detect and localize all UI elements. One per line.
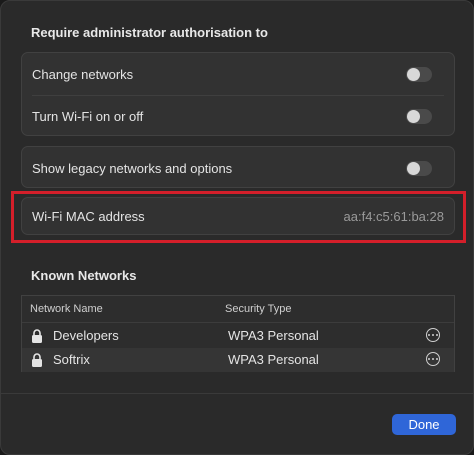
change-networks-row: Change networks: [22, 53, 454, 95]
lock-icon: [32, 353, 42, 367]
table-header: Network Name Security Type: [22, 296, 454, 323]
network-name: Softrix: [53, 352, 90, 367]
turn-wifi-row: Turn Wi-Fi on or off: [22, 95, 454, 137]
legacy-networks-toggle[interactable]: [406, 160, 432, 176]
change-networks-toggle[interactable]: [406, 66, 432, 82]
known-networks-title: Known Networks: [31, 268, 137, 283]
network-name: Developers: [53, 328, 119, 343]
toggle-knob: [407, 109, 420, 123]
admin-section-title: Require administrator authorisation to: [31, 25, 268, 40]
column-network-name[interactable]: Network Name: [30, 303, 103, 315]
known-networks-table: Network Name Security Type Developers WP…: [21, 295, 455, 372]
column-security-type[interactable]: Security Type: [225, 303, 291, 315]
done-button[interactable]: Done: [392, 414, 456, 435]
highlight-box: [11, 191, 466, 243]
toggle-knob: [407, 161, 420, 175]
wifi-details-dialog: Require administrator authorisation to C…: [0, 0, 474, 455]
more-options-icon[interactable]: [426, 328, 440, 342]
more-options-icon[interactable]: [426, 352, 440, 366]
legacy-group: Show legacy networks and options: [21, 146, 455, 188]
security-type: WPA3 Personal: [228, 352, 319, 367]
legacy-label: Show legacy networks and options: [32, 160, 233, 176]
change-networks-label: Change networks: [32, 66, 134, 82]
legacy-row: Show legacy networks and options: [22, 147, 454, 189]
footer-divider: [1, 393, 473, 394]
admin-settings-group: Change networks Turn Wi-Fi on or off: [21, 52, 455, 136]
lock-icon: [32, 329, 42, 343]
turn-wifi-label: Turn Wi-Fi on or off: [32, 108, 144, 124]
turn-wifi-toggle[interactable]: [406, 108, 432, 124]
table-row[interactable]: Softrix WPA3 Personal: [22, 348, 454, 372]
table-row[interactable]: Developers WPA3 Personal: [22, 324, 454, 348]
security-type: WPA3 Personal: [228, 328, 319, 343]
toggle-knob: [407, 67, 420, 81]
